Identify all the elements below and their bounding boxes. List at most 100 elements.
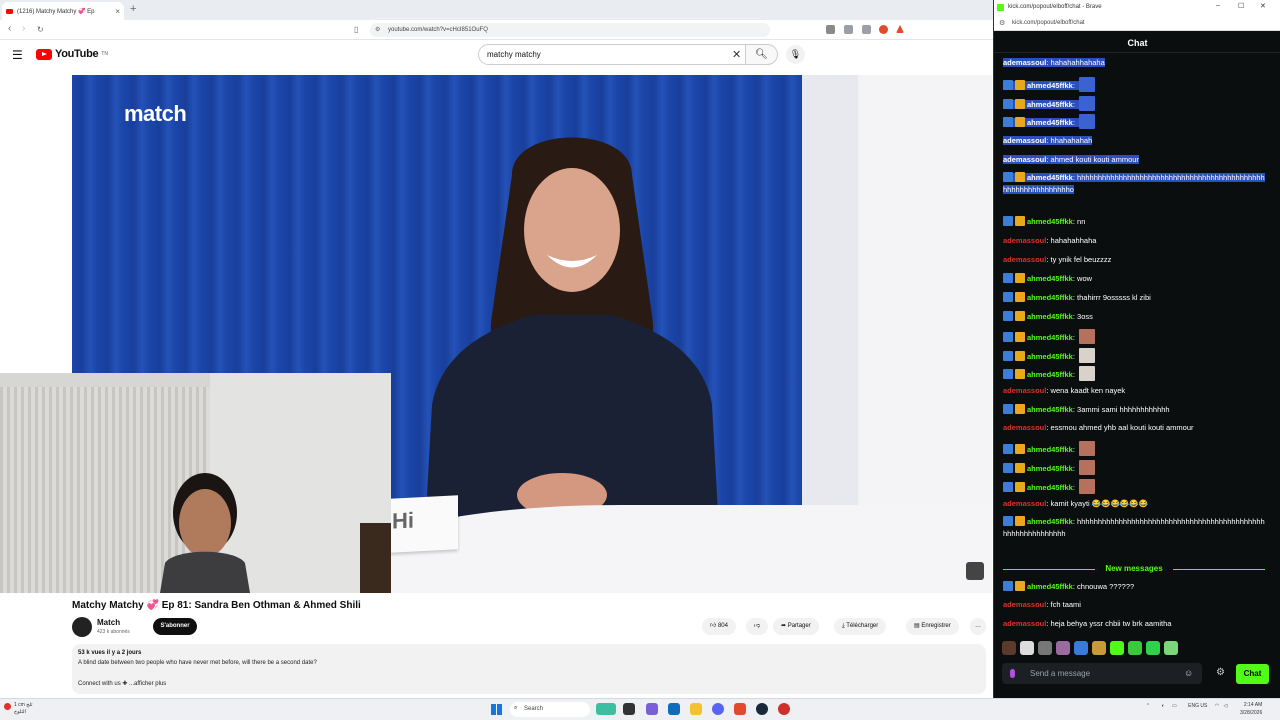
chat-username[interactable]: ahmed45ffkk [1027,274,1073,283]
bookmark-icon[interactable]: ▯ [354,25,358,34]
language-indicator[interactable]: ENG US [1188,703,1207,709]
like-button[interactable]: 👍︎ 804 [702,618,736,635]
chat-username[interactable]: ahmed45ffkk [1027,582,1073,591]
site-info-icon[interactable]: ⚙ [375,26,380,33]
more-actions-button[interactable]: … [970,618,986,635]
chat-username[interactable]: ademassoul [1003,619,1046,628]
file-explorer-icon[interactable] [690,703,702,715]
channel-avatar[interactable] [72,617,92,637]
chat-username[interactable]: ahmed45ffkk [1027,118,1073,127]
chat-username[interactable]: ahmed45ffkk [1027,405,1073,414]
chat-message-list[interactable]: ademassoul: hahahahhahaha ahmed45ffkk: a… [1003,58,1273,633]
chat-username[interactable]: ahmed45ffkk [1027,293,1073,302]
chat-username[interactable]: ahmed45ffkk [1027,352,1073,361]
system-clock[interactable]: 2:14 AM 3/28/2026 [1240,701,1262,717]
translate-icon[interactable] [826,25,835,34]
channel-watermark-icon[interactable] [966,562,984,580]
chat-username[interactable]: ahmed45ffkk [1027,464,1073,473]
minimize-icon[interactable]: – [1216,2,1220,9]
brave-beta-icon[interactable] [778,703,790,715]
close-tab-icon[interactable]: × [115,7,120,16]
chat-username[interactable]: ahmed45ffkk [1027,81,1073,90]
system-tray[interactable]: ⌃ ◐ ▭ ENG US ◠ ◁ [1146,703,1227,709]
discord-icon[interactable] [712,703,724,715]
hamburger-menu-icon[interactable]: ☰ [12,48,23,62]
forward-icon[interactable]: › [22,23,25,34]
save-button[interactable]: ▤ Enregistrer [906,618,959,635]
chat-username[interactable]: ademassoul [1003,58,1046,67]
taskbar-search[interactable]: Search [510,702,590,717]
steam-icon[interactable] [756,703,768,715]
share-icon[interactable] [862,25,871,34]
new-tab-icon[interactable]: + [130,3,136,15]
chat-username[interactable]: ahmed45ffkk [1027,173,1073,182]
download-button[interactable]: ⤓ Télécharger [834,618,887,635]
chat-send-button[interactable]: Chat [1236,664,1269,684]
volume-icon[interactable]: ◁ [1223,703,1227,709]
reload-icon[interactable]: ↻ [37,25,44,34]
dislike-button[interactable]: 👎︎ [746,618,769,635]
back-icon[interactable]: ‹ [8,23,11,34]
show-more-link[interactable]: Connect with us ✚ ...afficher plus [78,680,166,687]
search-input[interactable]: matchy matchy [478,44,746,65]
youtube-logo[interactable]: YouTube TN [36,48,108,60]
chat-message-input[interactable]: Send a message [1002,663,1202,684]
quick-emote-icon[interactable] [1092,641,1106,655]
chat-username[interactable]: ademassoul [1003,499,1046,508]
maximize-icon[interactable]: ☐ [1238,2,1244,10]
chat-username[interactable]: ademassoul [1003,136,1046,145]
store-icon[interactable] [668,703,680,715]
chat-username[interactable]: ahmed45ffkk [1027,517,1073,526]
brave-rewards-icon[interactable] [896,25,904,33]
chat-username[interactable]: ademassoul [1003,386,1046,395]
chat-username[interactable]: ahmed45ffkk [1027,333,1073,342]
chat-username[interactable]: ademassoul [1003,423,1046,432]
new-messages-divider[interactable]: New messages [1003,564,1265,573]
install-icon[interactable] [844,25,853,34]
wifi-icon[interactable]: ◠ [1215,703,1219,709]
widgets-icon[interactable] [596,703,616,715]
chat-url-field[interactable]: kick.com/popout/elboff/chat [994,16,1280,31]
tray-chevron-icon[interactable]: ⌃ [1146,703,1150,709]
clear-search-icon[interactable]: ✕ [732,48,741,61]
gear-icon[interactable]: ⚙ [1216,667,1225,678]
quick-emote-icon[interactable] [1074,641,1088,655]
weather-widget[interactable]: 1 cm ثلج الثلوج [14,702,33,716]
chat-username[interactable]: ademassoul [1003,155,1046,164]
quick-emote-icon[interactable] [1110,641,1124,655]
url-field[interactable]: youtube.com/watch?v=cHcI851OuFQ [370,23,770,37]
mic-icon[interactable] [1010,669,1015,678]
tray-app-icon-2[interactable]: ▭ [1172,703,1177,709]
chat-username[interactable]: ademassoul [1003,255,1046,264]
tray-app-icon[interactable]: ◐ [1162,703,1165,709]
search-button[interactable]: 🔍︎ [746,44,778,65]
quick-emote-icon[interactable] [1038,641,1052,655]
quick-emote-icon[interactable] [1164,641,1178,655]
quick-emote-icon[interactable] [1146,641,1160,655]
share-button[interactable]: ➦ Partager [773,618,819,635]
windows-start-icon[interactable] [491,704,502,715]
emoji-icon[interactable]: ☺ [1184,668,1193,678]
chat-username[interactable]: ahmed45ffkk [1027,312,1073,321]
channel-name[interactable]: Match [97,618,120,627]
teams-icon[interactable] [646,703,658,715]
brave-icon[interactable] [734,703,746,715]
description-box[interactable]: 53 k vues il y a 2 jours A blind date be… [72,644,986,694]
chat-username[interactable]: ahmed45ffkk [1027,370,1073,379]
task-view-icon[interactable] [623,703,635,715]
quick-emote-icon[interactable] [1056,641,1070,655]
voice-search-button[interactable]: 🎙︎ [786,45,805,64]
chat-username[interactable]: ahmed45ffkk [1027,445,1073,454]
chat-username[interactable]: ademassoul [1003,600,1046,609]
quick-emote-icon[interactable] [1002,641,1016,655]
quick-emote-icon[interactable] [1128,641,1142,655]
subscribe-button[interactable]: S'abonner [153,618,197,635]
site-info-icon[interactable]: ⚙ [999,19,1005,27]
chat-username[interactable]: ademassoul [1003,236,1046,245]
brave-shield-icon[interactable] [879,25,888,34]
chat-username[interactable]: ahmed45ffkk [1027,217,1073,226]
tab-youtube[interactable]: (1216) Matchy Matchy 💞 Ep × [2,2,124,20]
close-window-icon[interactable]: ✕ [1260,2,1266,10]
quick-emote-icon[interactable] [1020,641,1034,655]
chat-username[interactable]: ahmed45ffkk [1027,483,1073,492]
